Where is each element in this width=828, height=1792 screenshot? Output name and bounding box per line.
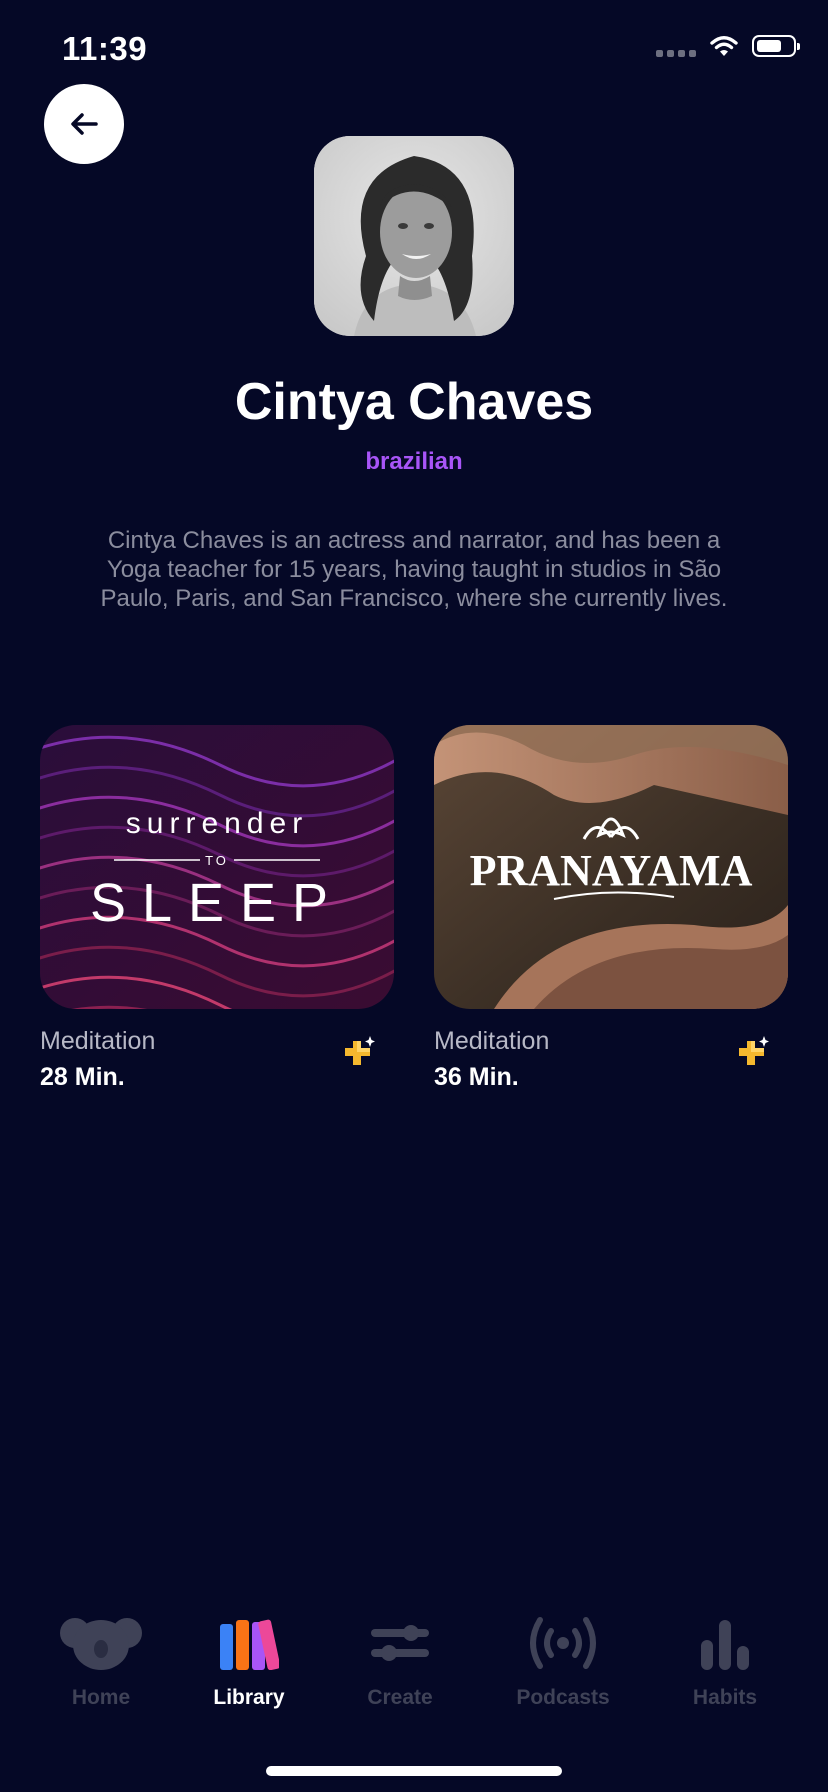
session-category: Meditation — [434, 1027, 550, 1055]
session-card[interactable]: surrender TO SLEEP Meditation 28 Min. — [40, 725, 394, 1091]
status-time: 11:39 — [62, 30, 148, 67]
narrator-bio: Cintya Chaves is an actress and narrator… — [100, 527, 728, 612]
bar-chart-icon — [701, 1620, 749, 1670]
session-artwork[interactable]: PRANAYAMA — [434, 725, 788, 1009]
home-indicator[interactable] — [266, 1766, 562, 1776]
status-icons — [656, 34, 800, 58]
narrator-name: Cintya Chaves — [234, 373, 594, 431]
broadcast-icon — [530, 1617, 596, 1669]
session-duration: 36 Min. — [434, 1063, 519, 1091]
cellular-signal-icon — [656, 36, 696, 57]
tab-bar: Home Library Create Podcasts Habits — [0, 1610, 828, 1730]
artwork-title-large: SLEEP — [90, 873, 344, 933]
artwork-title-connector: TO — [205, 853, 229, 868]
session-category: Meditation — [40, 1027, 156, 1055]
artwork-title-small: surrender — [126, 807, 308, 840]
tab-library-label: Library — [213, 1686, 285, 1709]
sliders-icon — [371, 1625, 429, 1661]
tab-create[interactable]: Create — [325, 1610, 475, 1710]
tab-habits[interactable]: Habits — [650, 1610, 800, 1710]
tab-home[interactable]: Home — [26, 1610, 176, 1710]
koala-icon — [60, 1618, 142, 1670]
narrator-photo — [314, 136, 514, 336]
session-artwork[interactable]: surrender TO SLEEP — [40, 725, 394, 1009]
artwork-title: PRANAYAMA — [470, 846, 753, 895]
tab-library[interactable]: Library — [174, 1610, 324, 1710]
tab-podcasts-label: Podcasts — [516, 1686, 610, 1709]
tab-habits-label: Habits — [692, 1686, 758, 1709]
back-button[interactable] — [44, 84, 124, 164]
plus-sparkle-icon[interactable] — [340, 1035, 376, 1071]
tab-create-label: Create — [367, 1686, 433, 1709]
battery-icon — [752, 35, 800, 57]
wifi-icon — [710, 36, 738, 56]
narrator-nationality: brazilian — [365, 448, 463, 475]
library-books-icon — [220, 1619, 279, 1670]
arrow-left-icon — [71, 113, 98, 135]
session-card[interactable]: PRANAYAMA Meditation 36 Min. — [434, 725, 788, 1091]
tab-podcasts[interactable]: Podcasts — [488, 1610, 638, 1710]
status-bar: 11:39 — [0, 0, 828, 100]
tab-home-label: Home — [71, 1686, 131, 1709]
session-duration: 28 Min. — [40, 1063, 125, 1091]
plus-sparkle-icon[interactable] — [734, 1035, 770, 1071]
